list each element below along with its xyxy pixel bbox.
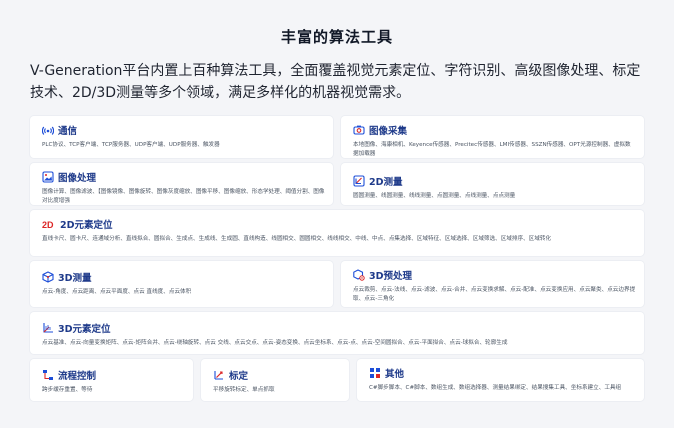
2d-icon	[353, 175, 365, 187]
card-body: PLC协议、TCP客户端、TCP服务器、UDP客户端、UDP服务器、触发器	[42, 142, 220, 148]
card-body: 平移旋转标定、单点抓取	[213, 387, 275, 393]
axis-3d-icon	[42, 322, 54, 334]
card-title: 通信	[58, 126, 78, 137]
card-other[interactable]: 其他 C#脚步脚本、C#脚本、数组生成、数组选择器、测量结果绑定、结果搜集工具、…	[357, 359, 644, 401]
image-icon	[42, 171, 54, 183]
grid-icon	[369, 367, 381, 379]
card-title: 2D元素定位	[60, 220, 113, 231]
card-title: 其他	[385, 369, 405, 380]
card-3d-element-location[interactable]: 3D元素定位 点云基准、点云-向量变换矩阵、点云-矩阵合并、点云-绕轴旋转、点云…	[30, 312, 644, 354]
bottom-card-row: 流程控制 跨步缓存重置、等待 标定 平移旋转标定、单点抓取 其他 C#脚步脚本、…	[30, 359, 644, 401]
2d-badge-text: 2D	[42, 220, 54, 230]
intro-text: V-Generation平台内置上百种算法工具，全面覆盖视觉元素定位、字符识别、…	[30, 63, 641, 101]
card-body: 图像计算、图像滤波、【图像镜像、图像旋转、图像灰度缩放、图像平移、图像缩放、形态…	[42, 189, 325, 204]
card-title: 3D测量	[58, 273, 92, 284]
card-title: 图像处理	[58, 173, 97, 184]
card-body: 本地图像、海康相机、Keyence传感器、Precitec传感器、LMI传感器、…	[353, 142, 631, 157]
flow-icon	[42, 369, 54, 381]
card-image-processing[interactable]: 图像处理 图像计算、图像滤波、【图像镜像、图像旋转、图像灰度缩放、图像平移、图像…	[30, 163, 333, 205]
card-title: 流程控制	[58, 371, 97, 382]
card-title: 2D测量	[369, 177, 403, 188]
cube-gear-icon	[353, 269, 365, 281]
signal-icon	[42, 124, 54, 136]
card-3d-measurement[interactable]: 3D测量 点云-角度、点云距离、点云平面度、点云 直线度、点云体积	[30, 261, 333, 307]
card-body: 点云-角度、点云距离、点云平面度、点云 直线度、点云体积	[42, 289, 192, 295]
camera-icon	[353, 124, 365, 136]
page-title: 丰富的算法工具	[280, 28, 393, 46]
card-body: 直线卡尺、圆卡尺、连通域分析、直线拟合、圆拟合、生成点、生成线、生成圆、直线构造…	[42, 236, 552, 242]
cube-icon	[42, 271, 54, 283]
calibration-icon	[213, 369, 225, 381]
card-body: 跨步缓存重置、等待	[42, 387, 93, 393]
card-body: 圆圆测量、线圆测量、线线测量、点圆测量、点线测量、点点测量	[353, 193, 516, 199]
2d-badge-icon: 2D	[42, 218, 56, 230]
card-title: 图像采集	[369, 126, 408, 137]
card-title: 3D元素定位	[58, 324, 111, 335]
card-communication[interactable]: 通信 PLC协议、TCP客户端、TCP服务器、UDP客户端、UDP服务器、触发器	[30, 116, 333, 158]
card-image-acquisition[interactable]: 图像采集 本地图像、海康相机、Keyence传感器、Precitec传感器、LM…	[341, 116, 644, 158]
card-body: 点云裁剪、点云-法线、点云-滤波、点云-合并、点云变换求解、点云-配准、点云变换…	[353, 287, 636, 302]
card-3d-preprocessing[interactable]: 3D预处理 点云裁剪、点云-法线、点云-滤波、点云-合并、点云变换求解、点云-配…	[341, 261, 644, 307]
algorithm-tools-page: 丰富的算法工具 V-Generation平台内置上百种算法工具，全面覆盖视觉元素…	[0, 0, 674, 428]
card-2d-element-location[interactable]: 2D 2D元素定位 直线卡尺、圆卡尺、连通域分析、直线拟合、圆拟合、生成点、生成…	[30, 210, 644, 256]
tool-category-grid: 通信 PLC协议、TCP客户端、TCP服务器、UDP客户端、UDP服务器、触发器…	[30, 116, 644, 401]
card-title: 3D预处理	[369, 271, 412, 282]
card-title: 标定	[229, 371, 249, 382]
card-flow-control[interactable]: 流程控制 跨步缓存重置、等待	[30, 359, 193, 401]
card-body: 点云基准、点云-向量变换矩阵、点云-矩阵合并、点云-绕轴旋转、点云 交线、点云交…	[42, 340, 508, 346]
card-calibration[interactable]: 标定 平移旋转标定、单点抓取	[201, 359, 349, 401]
card-2d-measurement[interactable]: 2D测量 圆圆测量、线圆测量、线线测量、点圆测量、点线测量、点点测量	[341, 163, 644, 205]
card-body: C#脚步脚本、C#脚本、数组生成、数组选择器、测量结果绑定、结果搜集工具、坐标系…	[369, 385, 622, 391]
